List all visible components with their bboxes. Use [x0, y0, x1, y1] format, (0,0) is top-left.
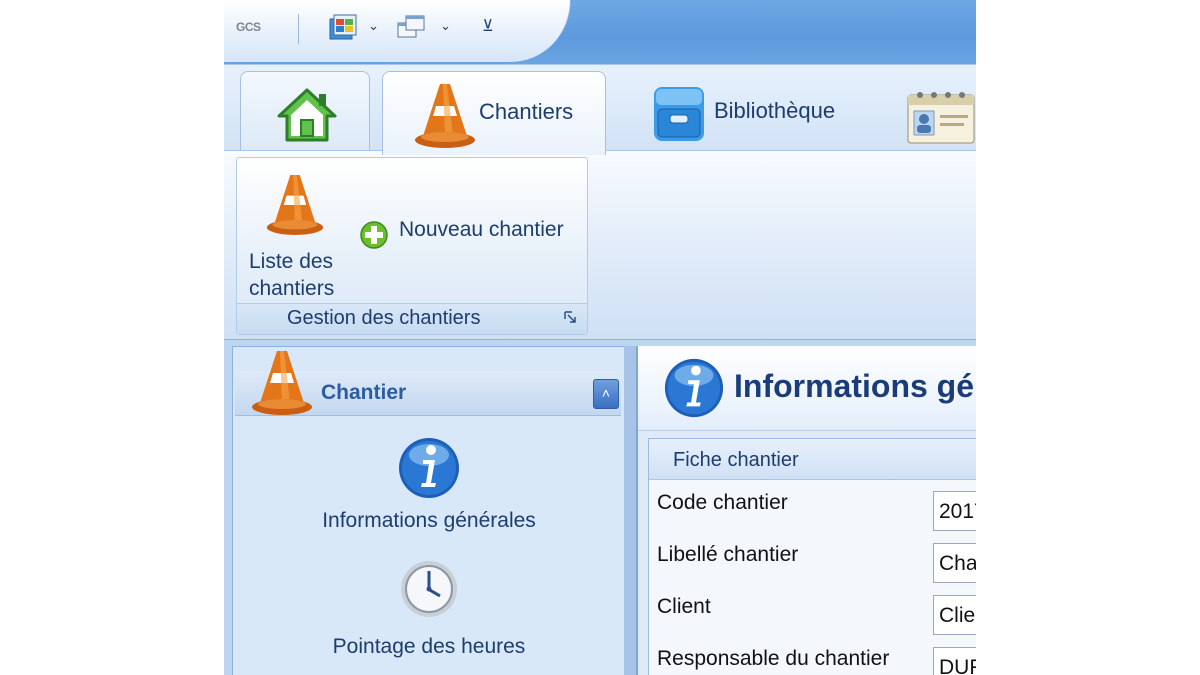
ribbon-group-gestion: Liste des chantiers Nouveau chantier Ges… — [236, 157, 588, 335]
contact-card-icon — [907, 92, 975, 144]
tab-contacts[interactable] — [904, 71, 976, 153]
toolbar-separator — [298, 14, 299, 44]
app-logo[interactable]: GCS — [236, 20, 261, 34]
collapse-button[interactable]: ˄ — [593, 379, 619, 409]
quick-access-toolbar: GCS ⌄ ⌄ ⊻ — [224, 0, 976, 64]
info-icon — [664, 358, 724, 418]
traffic-cone-icon — [266, 174, 324, 235]
nav-item-label: Informations générales — [322, 509, 536, 532]
ribbon-group-label: Gestion des chantiers — [287, 307, 481, 329]
libelle-chantier-label: Libellé chantier — [657, 543, 799, 566]
detail-header: Informations générales — [638, 346, 976, 431]
code-chantier-field[interactable]: 2017 — [933, 491, 976, 531]
liste-chantiers-label: Liste des chantiers — [249, 248, 334, 302]
navigation-pane: Chantier ˄ Informations générales Pointa… — [232, 346, 626, 675]
cabinet-icon — [654, 87, 704, 141]
client-label: Client — [657, 595, 711, 618]
windows-icon[interactable] — [328, 13, 358, 41]
tab-label: Chantiers — [479, 99, 574, 124]
clock-icon — [401, 561, 457, 617]
nouveau-chantier-button[interactable]: Nouveau chantier — [355, 214, 583, 250]
dialog-launcher-icon[interactable] — [564, 311, 577, 324]
windows-dropdown-icon[interactable]: ⌄ — [368, 18, 379, 34]
label-line: chantiers — [249, 277, 335, 300]
cascade-dropdown-icon[interactable]: ⌄ — [440, 18, 451, 34]
fiche-chantier-form: Fiche chantier Code chantier 2017 Libell… — [648, 438, 976, 675]
tab-home[interactable] — [240, 71, 370, 153]
libelle-chantier-field[interactable]: Chantier — [933, 543, 976, 583]
traffic-cone-icon — [252, 351, 312, 415]
pane-title: Chantier — [321, 381, 407, 404]
detail-pane: Informations générales Fiche chantier Co… — [636, 346, 976, 675]
add-icon — [360, 221, 388, 249]
nav-item-label: Pointage des heures — [332, 635, 526, 658]
windows-cascade-icon[interactable] — [396, 13, 426, 41]
nouveau-chantier-label: Nouveau chantier — [399, 218, 564, 241]
tab-chantiers[interactable]: Chantiers — [382, 71, 606, 155]
tab-label: Bibliothèque — [714, 98, 836, 123]
application-window: GCS ⌄ ⌄ ⊻ Chantiers Bibliothèque Liste d… — [224, 0, 976, 675]
ribbon-tab-strip: Chantiers Bibliothèque — [224, 64, 976, 155]
nav-item-informations[interactable]: Informations générales — [233, 435, 625, 533]
ribbon-group-footer: Gestion des chantiers — [237, 303, 587, 334]
home-icon — [277, 88, 337, 142]
form-section-title: Fiche chantier — [673, 449, 799, 471]
code-chantier-label: Code chantier — [657, 491, 788, 514]
tab-bibliotheque[interactable]: Bibliothèque — [644, 71, 864, 153]
liste-chantiers-button[interactable]: Liste des chantiers — [241, 164, 351, 302]
info-icon — [399, 438, 459, 498]
customize-toolbar-icon[interactable]: ⊻ — [482, 16, 494, 36]
responsable-field[interactable]: DURAND — [933, 647, 976, 675]
label-line: Liste des — [249, 250, 334, 273]
form-section-header: Fiche chantier — [649, 439, 976, 480]
pane-header: Chantier ˄ — [235, 351, 621, 416]
responsable-label: Responsable du chantier — [657, 647, 890, 670]
quick-access-panel: GCS ⌄ ⌄ ⊻ — [224, 0, 571, 62]
ribbon-panel: Liste des chantiers Nouveau chantier Ges… — [224, 150, 976, 340]
client-field[interactable]: Client — [933, 595, 976, 635]
page-title: Informations générales — [734, 368, 976, 404]
nav-item-pointage[interactable]: Pointage des heures — [233, 559, 625, 659]
traffic-cone-icon — [415, 84, 475, 148]
